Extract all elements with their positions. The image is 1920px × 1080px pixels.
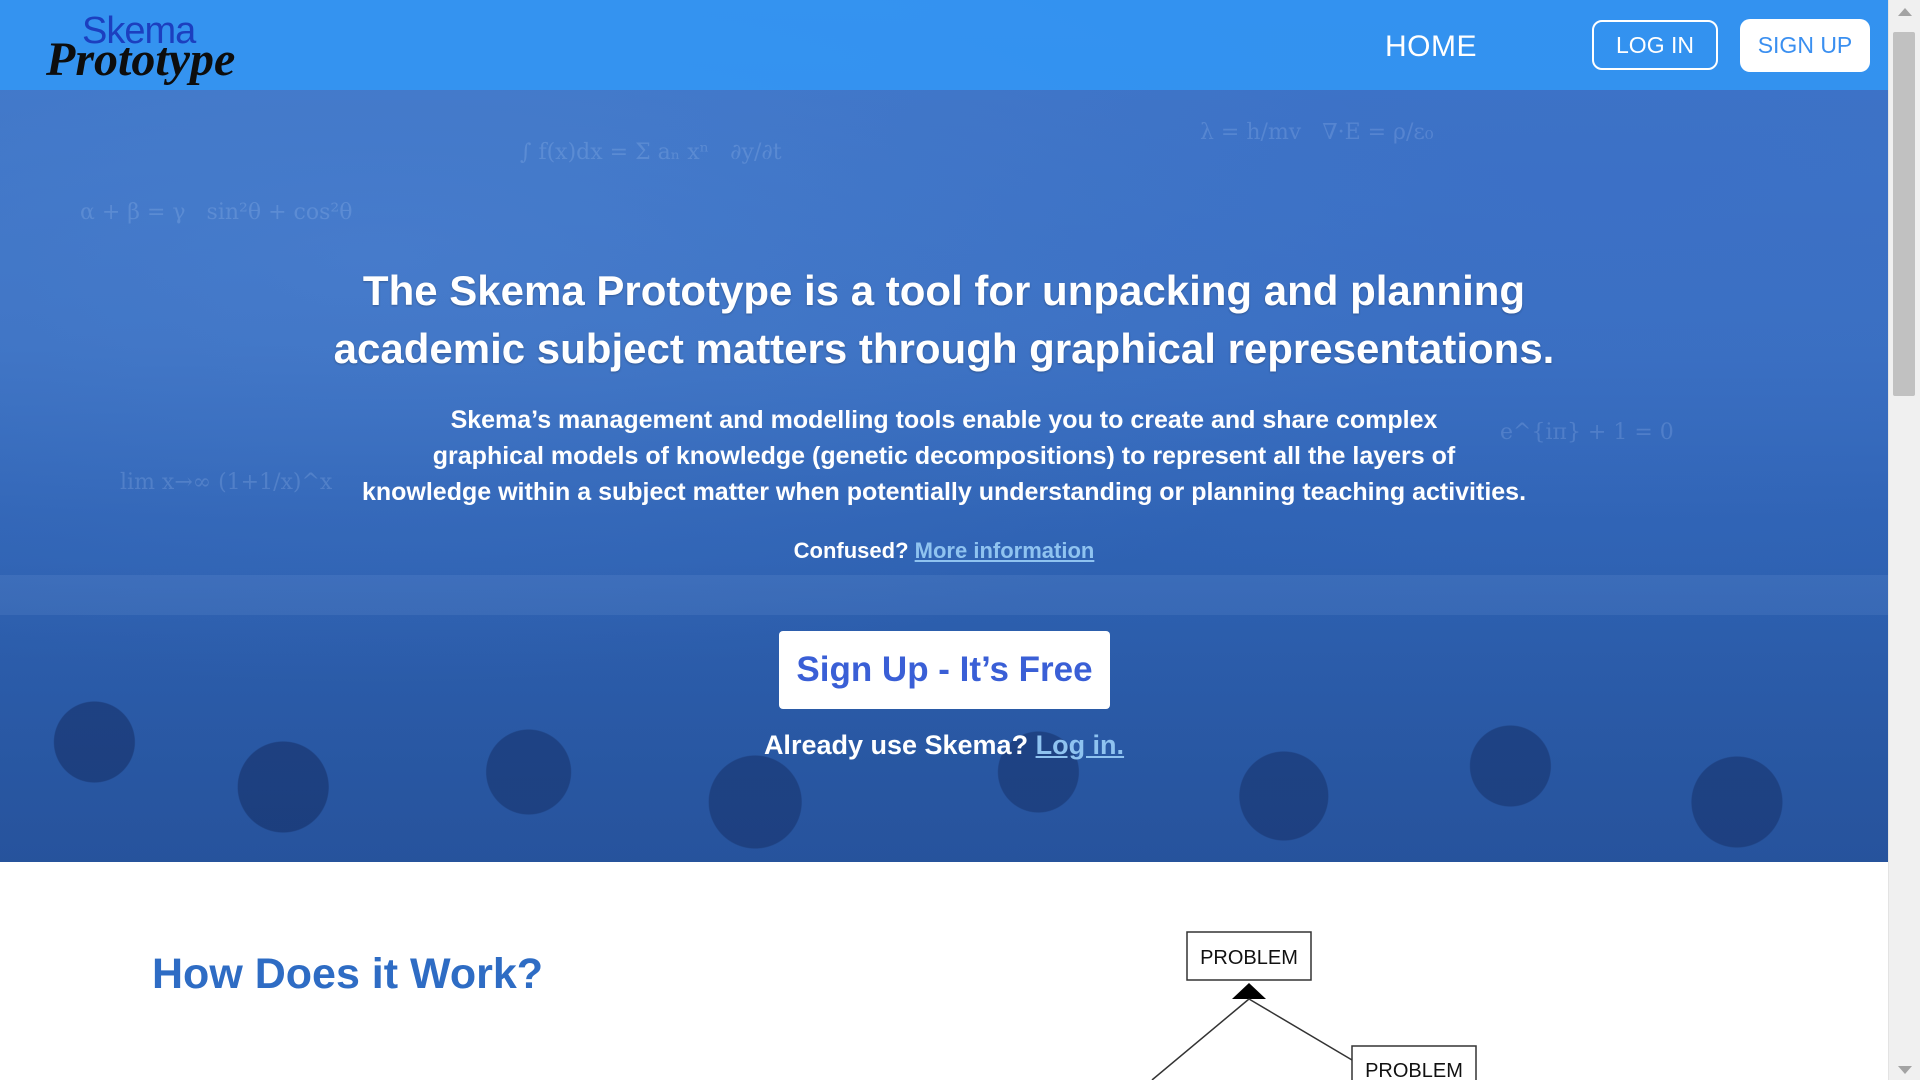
already-label: Already use Skema? [763,730,1036,760]
background-decoration: ∫ f(x)dx = Σ aₙ xⁿ ∂y/∂t [520,140,782,165]
confused-label: Confused? [793,538,915,563]
login-button[interactable]: LOG IN [1592,20,1718,70]
site-logo[interactable]: Skema Prototype [46,10,246,90]
background-decoration: α + β = γ sin²θ + cos²θ [80,200,353,225]
description-line: Skema’s management and modelling tools e… [450,406,1438,434]
vertical-scrollbar[interactable] [1888,0,1920,1080]
signup-free-button[interactable]: Sign Up - It’s Free [779,631,1110,709]
description-line: graphical models of knowledge (genetic d… [432,442,1456,470]
audience-photo [0,562,1888,862]
diagram-connector [1151,998,1250,1080]
scroll-up-arrow-icon[interactable] [1898,8,1912,16]
hero-headline: The Skema Prototype is a tool for unpack… [0,262,1888,378]
diagram-node-label: PROBLEM [1200,947,1298,969]
headline-line: academic subject matters through graphic… [333,325,1555,372]
top-header: Skema Prototype HOME LOG IN SIGN UP [0,0,1888,90]
diagram-arrow-head [1232,983,1266,999]
diagram-node-label: PROBLEM [1365,1060,1463,1080]
decomposition-diagram: PROBLEM PROBLEM [1151,931,1477,1080]
background-decoration: λ = h/mv ∇·E = ρ/ε₀ [1200,120,1434,145]
diagram-connector [1248,998,1353,1061]
login-link[interactable]: Log in. [1036,730,1124,760]
hero-description: Skema’s management and modelling tools e… [0,402,1888,510]
scroll-down-arrow-icon[interactable] [1898,1066,1912,1074]
confused-line: Confused? More information [0,538,1888,564]
headline-line: The Skema Prototype is a tool for unpack… [362,267,1526,314]
more-information-link[interactable]: More information [915,538,1095,563]
description-line: knowledge within a subject matter when p… [361,478,1527,506]
logo-word-prototype: Prototype [46,33,236,86]
nav-home-link[interactable]: HOME [1385,30,1477,64]
how-it-works-title: How Does it Work? [152,950,544,998]
scrollbar-thumb[interactable] [1893,32,1915,396]
signup-button[interactable]: SIGN UP [1740,19,1870,72]
already-user-line: Already use Skema? Log in. [0,730,1888,761]
